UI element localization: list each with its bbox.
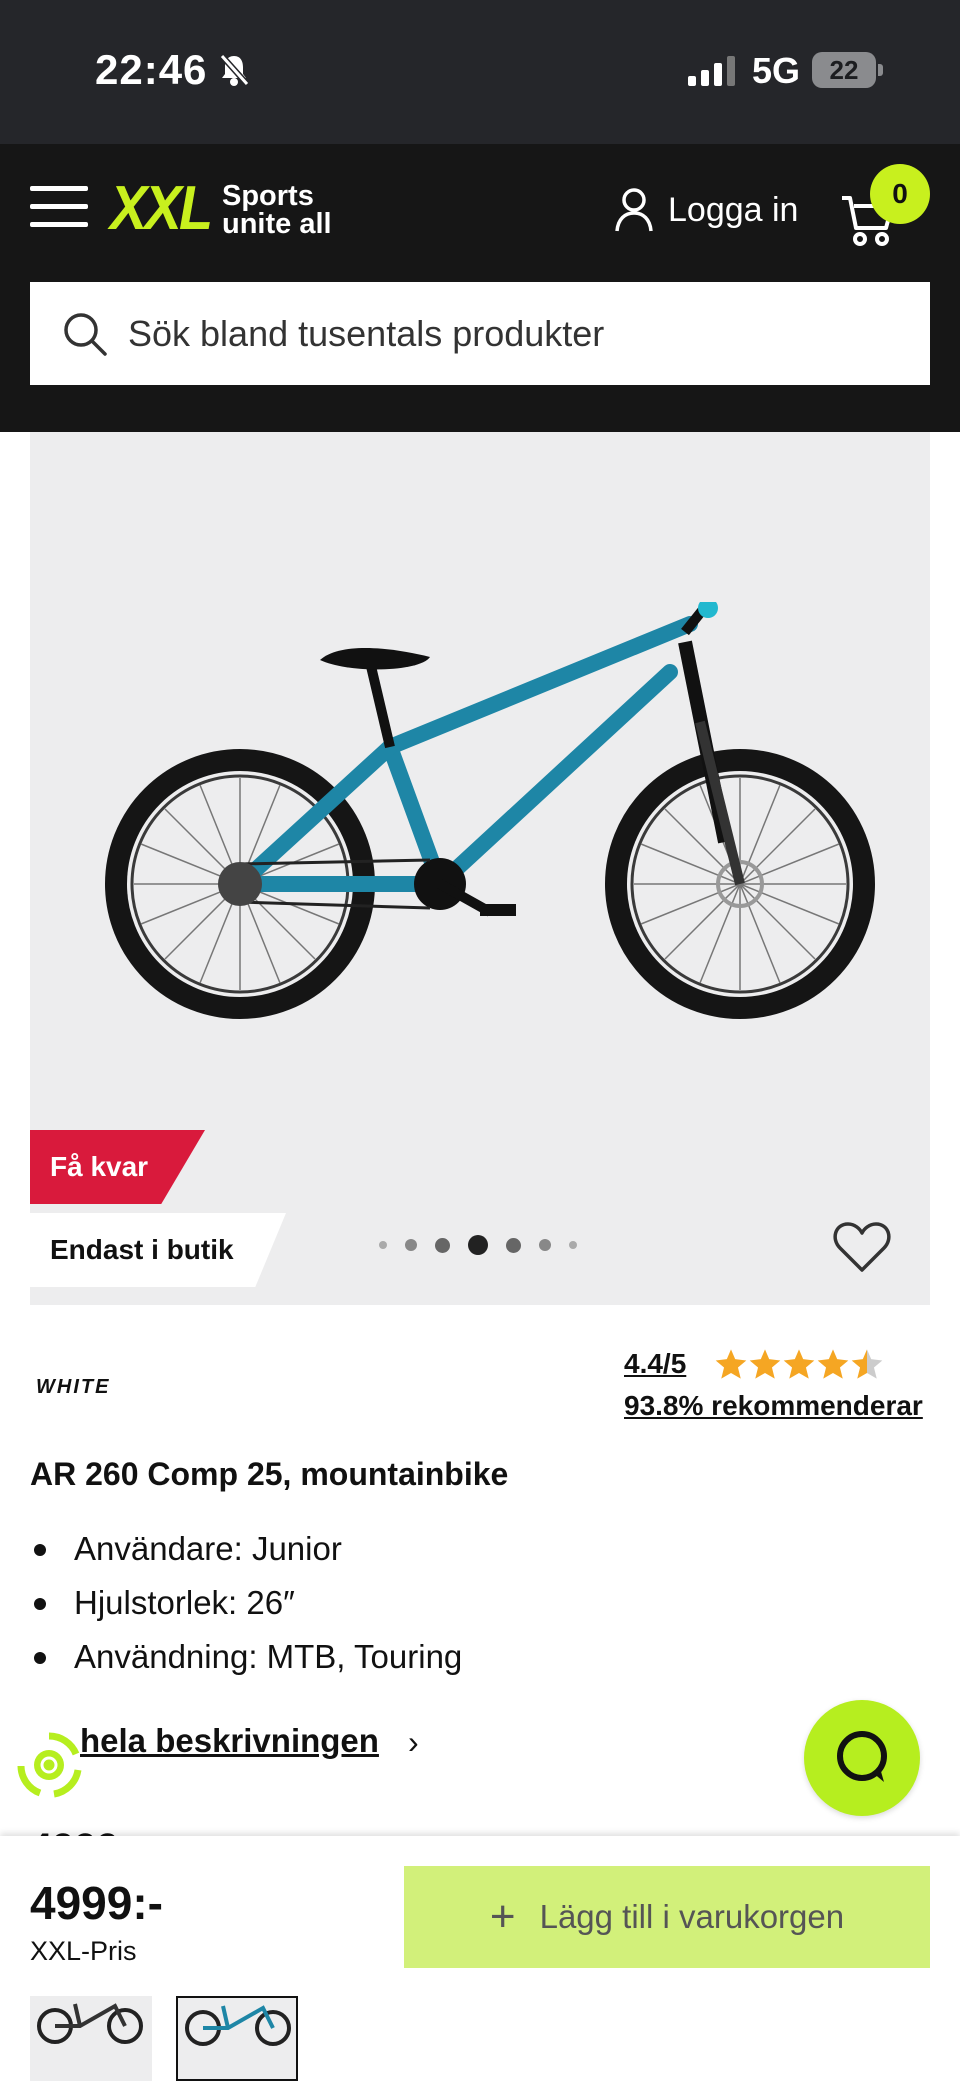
site-header: XXL Sports unite all Logga in 0 — [0, 144, 960, 432]
battery-tip — [878, 64, 883, 76]
rating-stars — [714, 1348, 884, 1380]
login-button[interactable]: Logga in — [614, 182, 798, 238]
variant-bike-image — [37, 2003, 143, 2044]
chat-bubble-icon — [837, 1731, 887, 1782]
product-image-bike — [105, 602, 875, 1019]
rating-block[interactable]: 4.4/5 — [624, 1348, 883, 1380]
gallery-dot[interactable] — [506, 1237, 521, 1253]
gallery-dot[interactable] — [435, 1237, 450, 1253]
network-type: 5G — [752, 50, 801, 91]
feature-item: Användare: Junior — [30, 1522, 462, 1576]
search-bar[interactable] — [30, 282, 930, 385]
color-variant-thumbnails — [0, 1996, 960, 2081]
recycle-bike-icon[interactable] — [14, 1730, 84, 1800]
status-bar: 22:46 5G 22 — [0, 0, 960, 144]
gallery-dot-active[interactable] — [468, 1235, 488, 1255]
gallery-dot[interactable] — [569, 1241, 577, 1249]
chevron-right-icon: › — [408, 1724, 419, 1760]
rating-score: 4.4/5 — [624, 1348, 687, 1379]
user-icon — [615, 188, 653, 232]
feature-item: Användning: MTB, Touring — [30, 1630, 462, 1684]
recommend-percentage[interactable]: 93.8% rekommenderar — [624, 1390, 923, 1422]
gallery-dot[interactable] — [379, 1241, 387, 1249]
add-to-cart-label: Lägg till i varukorgen — [539, 1898, 845, 1935]
logo-tagline: Sports unite all — [222, 180, 332, 240]
brand-logo[interactable]: WHITE — [36, 1376, 110, 1399]
search-icon — [64, 312, 107, 356]
login-label: Logga in — [668, 190, 799, 229]
search-input[interactable] — [126, 311, 890, 356]
logo-wordmark: XXL — [110, 174, 213, 243]
logo-tagline-line2: unite all — [222, 208, 332, 240]
status-time: 22:46 — [95, 46, 208, 93]
plus-icon: + — [489, 1892, 516, 1941]
hamburger-menu-icon[interactable] — [30, 186, 88, 228]
few-left-badge: Få kvar — [30, 1130, 205, 1204]
star-icon — [783, 1349, 815, 1379]
star-icon — [749, 1349, 781, 1379]
feature-list: Användare: Junior Hjulstorlek: 26″ Använ… — [30, 1522, 462, 1684]
cart-count-badge: 0 — [870, 164, 930, 224]
star-icon — [817, 1349, 849, 1379]
variant-thumbnail[interactable] — [30, 1996, 152, 2081]
purchase-bar: 4999:- XXL-Pris + Lägg till i varukorgen — [0, 1836, 960, 1996]
variant-thumbnail-selected[interactable] — [176, 1996, 298, 2081]
gallery-dot[interactable] — [405, 1239, 417, 1251]
price-label: XXL-Pris — [30, 1936, 137, 1966]
product-title: AR 260 Comp 25, mountainbike — [30, 1456, 509, 1492]
battery-indicator: 22 — [812, 52, 876, 88]
gallery-dot[interactable] — [539, 1239, 551, 1251]
signal-icon — [688, 56, 738, 91]
heart-icon[interactable] — [832, 1220, 892, 1274]
feature-item: Hjulstorlek: 26″ — [30, 1576, 462, 1630]
brand-name: WHITE — [36, 1376, 111, 1398]
star-icon — [715, 1349, 747, 1379]
store-only-badge: Endast i butik — [30, 1213, 286, 1287]
full-description-link[interactable]: hela beskrivningen — [80, 1722, 379, 1760]
star-half-icon — [851, 1349, 883, 1379]
product-price: 4999:- — [30, 1877, 163, 1929]
add-to-cart-button[interactable]: + Lägg till i varukorgen — [404, 1866, 930, 1968]
variant-bike-image — [185, 2005, 291, 2046]
logo-tagline-line1: Sports — [222, 180, 314, 212]
gallery-pagination[interactable] — [370, 1235, 586, 1255]
product-image-gallery[interactable]: Få kvar Endast i butik — [30, 432, 930, 1305]
bell-muted-icon — [218, 52, 250, 93]
chat-button[interactable] — [804, 1700, 920, 1816]
